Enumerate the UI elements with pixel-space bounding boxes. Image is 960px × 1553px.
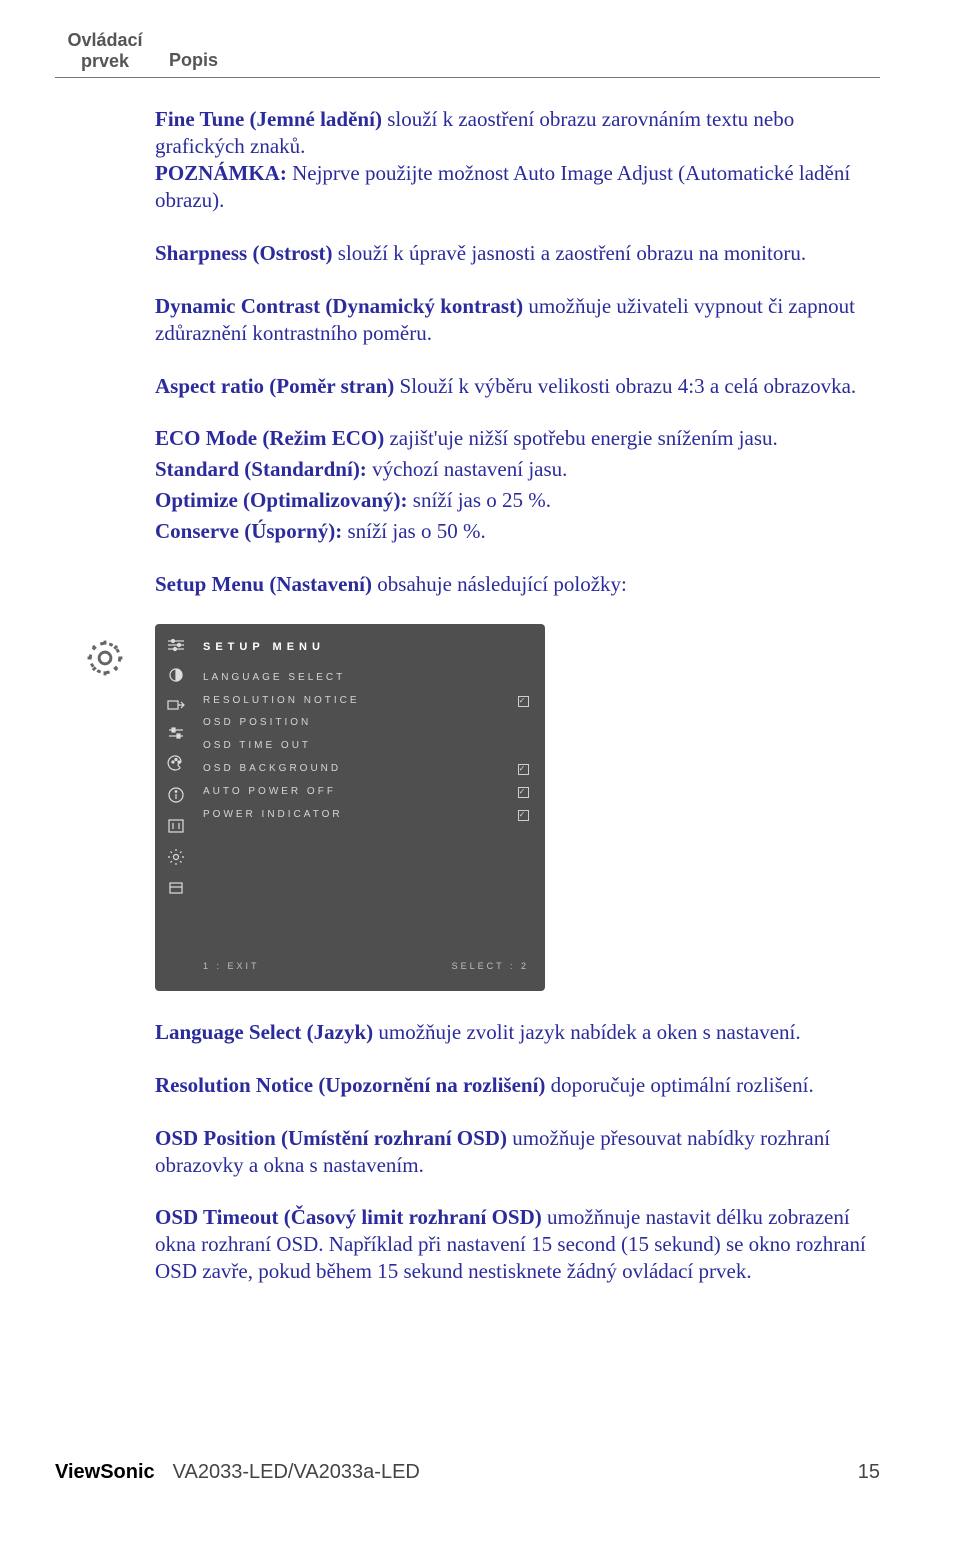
page-number: 15 xyxy=(858,1461,880,1484)
table-header: Ovládací prvek Popis xyxy=(55,30,880,78)
label-language: Language Select (Jazyk) xyxy=(155,1020,373,1044)
sliders-icon xyxy=(167,638,185,652)
label-conserve: Conserve (Úsporný): xyxy=(155,519,342,543)
settings-icon xyxy=(167,848,185,866)
text-conserve: sníží jas o 50 %. xyxy=(342,519,485,543)
osd-item-timeout[interactable]: OSD TIME OUT xyxy=(203,740,529,753)
text-resolution: doporučuje optimální rozlišení. xyxy=(545,1073,813,1097)
label-fine-tune: Fine Tune (Jemné ladění) xyxy=(155,107,382,131)
para-eco-mode: ECO Mode (Režim ECO) zajišt'uje nižší sp… xyxy=(155,425,880,545)
memory-icon xyxy=(167,880,185,896)
page-footer: ViewSonic VA2033-LED/VA2033a-LED 15 xyxy=(55,1461,880,1484)
text-eco: zajišt'uje nižší spotřebu energie snížen… xyxy=(384,426,778,450)
brand-label: ViewSonic xyxy=(55,1461,155,1484)
label-eco: ECO Mode (Režim ECO) xyxy=(155,426,384,450)
model-label: VA2033-LED/VA2033a-LED xyxy=(173,1461,420,1484)
contrast-icon xyxy=(167,666,185,684)
label-resolution: Resolution Notice (Upozornění na rozliše… xyxy=(155,1073,545,1097)
checkbox-icon: ✓ xyxy=(518,810,529,821)
osd-item-resolution[interactable]: RESOLUTION NOTICE ✓ xyxy=(203,695,529,708)
label-standard: Standard (Standardní): xyxy=(155,457,367,481)
text-setup-menu: obsahuje následující položky: xyxy=(372,572,627,596)
description-column: Fine Tune (Jemné ladění) slouží k zaostř… xyxy=(155,106,880,1311)
label-setup-menu: Setup Menu (Nastavení) xyxy=(155,572,372,596)
tune-icon xyxy=(167,818,185,834)
osd-item-label: RESOLUTION NOTICE xyxy=(203,695,360,708)
label-aspect-ratio: Aspect ratio (Poměr stran) xyxy=(155,374,394,398)
para-setup-menu: Setup Menu (Nastavení) obsahuje následuj… xyxy=(155,571,880,598)
para-dynamic-contrast: Dynamic Contrast (Dynamický kontrast) um… xyxy=(155,293,880,347)
adjust-icon xyxy=(167,726,185,740)
text-aspect-ratio: Slouží k výběru velikosti obrazu 4:3 a c… xyxy=(394,374,856,398)
osd-item-label: AUTO POWER OFF xyxy=(203,786,336,799)
label-optimize: Optimize (Optimalizovaný): xyxy=(155,488,408,512)
osd-sidebar xyxy=(155,624,197,983)
osd-item-label: OSD TIME OUT xyxy=(203,740,311,753)
gear-icon xyxy=(83,636,127,680)
text-optimize: sníží jas o 25 %. xyxy=(408,488,551,512)
checkbox-icon: ✓ xyxy=(518,696,529,707)
label-note: POZNÁMKA: xyxy=(155,161,287,185)
palette-icon xyxy=(167,754,185,772)
para-osd-position: OSD Position (Umístění rozhraní OSD) umo… xyxy=(155,1125,880,1179)
osd-item-language[interactable]: LANGUAGE SELECT xyxy=(203,672,529,685)
label-dynamic-contrast: Dynamic Contrast (Dynamický kontrast) xyxy=(155,294,523,318)
osd-item-position[interactable]: OSD POSITION xyxy=(203,717,529,730)
para-fine-tune: Fine Tune (Jemné ladění) slouží k zaostř… xyxy=(155,106,880,214)
para-aspect-ratio: Aspect ratio (Poměr stran) Slouží k výbě… xyxy=(155,373,880,400)
text-standard: výchozí nastavení jasu. xyxy=(367,457,568,481)
text-sharpness: slouží k úpravě jasnosti a zaostření obr… xyxy=(333,241,807,265)
osd-panel: SETUP MENU LANGUAGE SELECT RESOLUTION NO… xyxy=(155,624,545,991)
osd-item-label: OSD POSITION xyxy=(203,717,311,730)
label-sharpness: Sharpness (Ostrost) xyxy=(155,241,333,265)
osd-item-auto-power[interactable]: AUTO POWER OFF ✓ xyxy=(203,786,529,799)
checkbox-icon: ✓ xyxy=(518,787,529,798)
text-language: umožňuje zvolit jazyk nabídek a oken s n… xyxy=(373,1020,800,1044)
th-desc: Popis xyxy=(155,50,218,71)
osd-item-power-indicator[interactable]: POWER INDICATOR ✓ xyxy=(203,809,529,822)
osd-item-background[interactable]: OSD BACKGROUND ✓ xyxy=(203,763,529,776)
osd-title: SETUP MENU xyxy=(203,640,529,654)
label-osd-position: OSD Position (Umístění rozhraní OSD) xyxy=(155,1126,507,1150)
para-sharpness: Sharpness (Ostrost) slouží k úpravě jasn… xyxy=(155,240,880,267)
label-osd-timeout: OSD Timeout (Časový limit rozhraní OSD) xyxy=(155,1205,542,1229)
osd-item-label: OSD BACKGROUND xyxy=(203,763,341,776)
osd-select-label: SELECT : 2 xyxy=(452,961,529,973)
input-icon xyxy=(167,698,185,712)
th-control: Ovládací prvek xyxy=(55,30,155,71)
para-language-select: Language Select (Jazyk) umožňuje zvolit … xyxy=(155,1019,880,1046)
osd-item-label: POWER INDICATOR xyxy=(203,809,343,822)
info-icon xyxy=(167,786,185,804)
para-osd-timeout: OSD Timeout (Časový limit rozhraní OSD) … xyxy=(155,1204,880,1285)
checkbox-icon: ✓ xyxy=(518,764,529,775)
para-resolution-notice: Resolution Notice (Upozornění na rozliše… xyxy=(155,1072,880,1099)
osd-exit-label: 1 : EXIT xyxy=(203,961,260,973)
osd-item-label: LANGUAGE SELECT xyxy=(203,672,345,685)
